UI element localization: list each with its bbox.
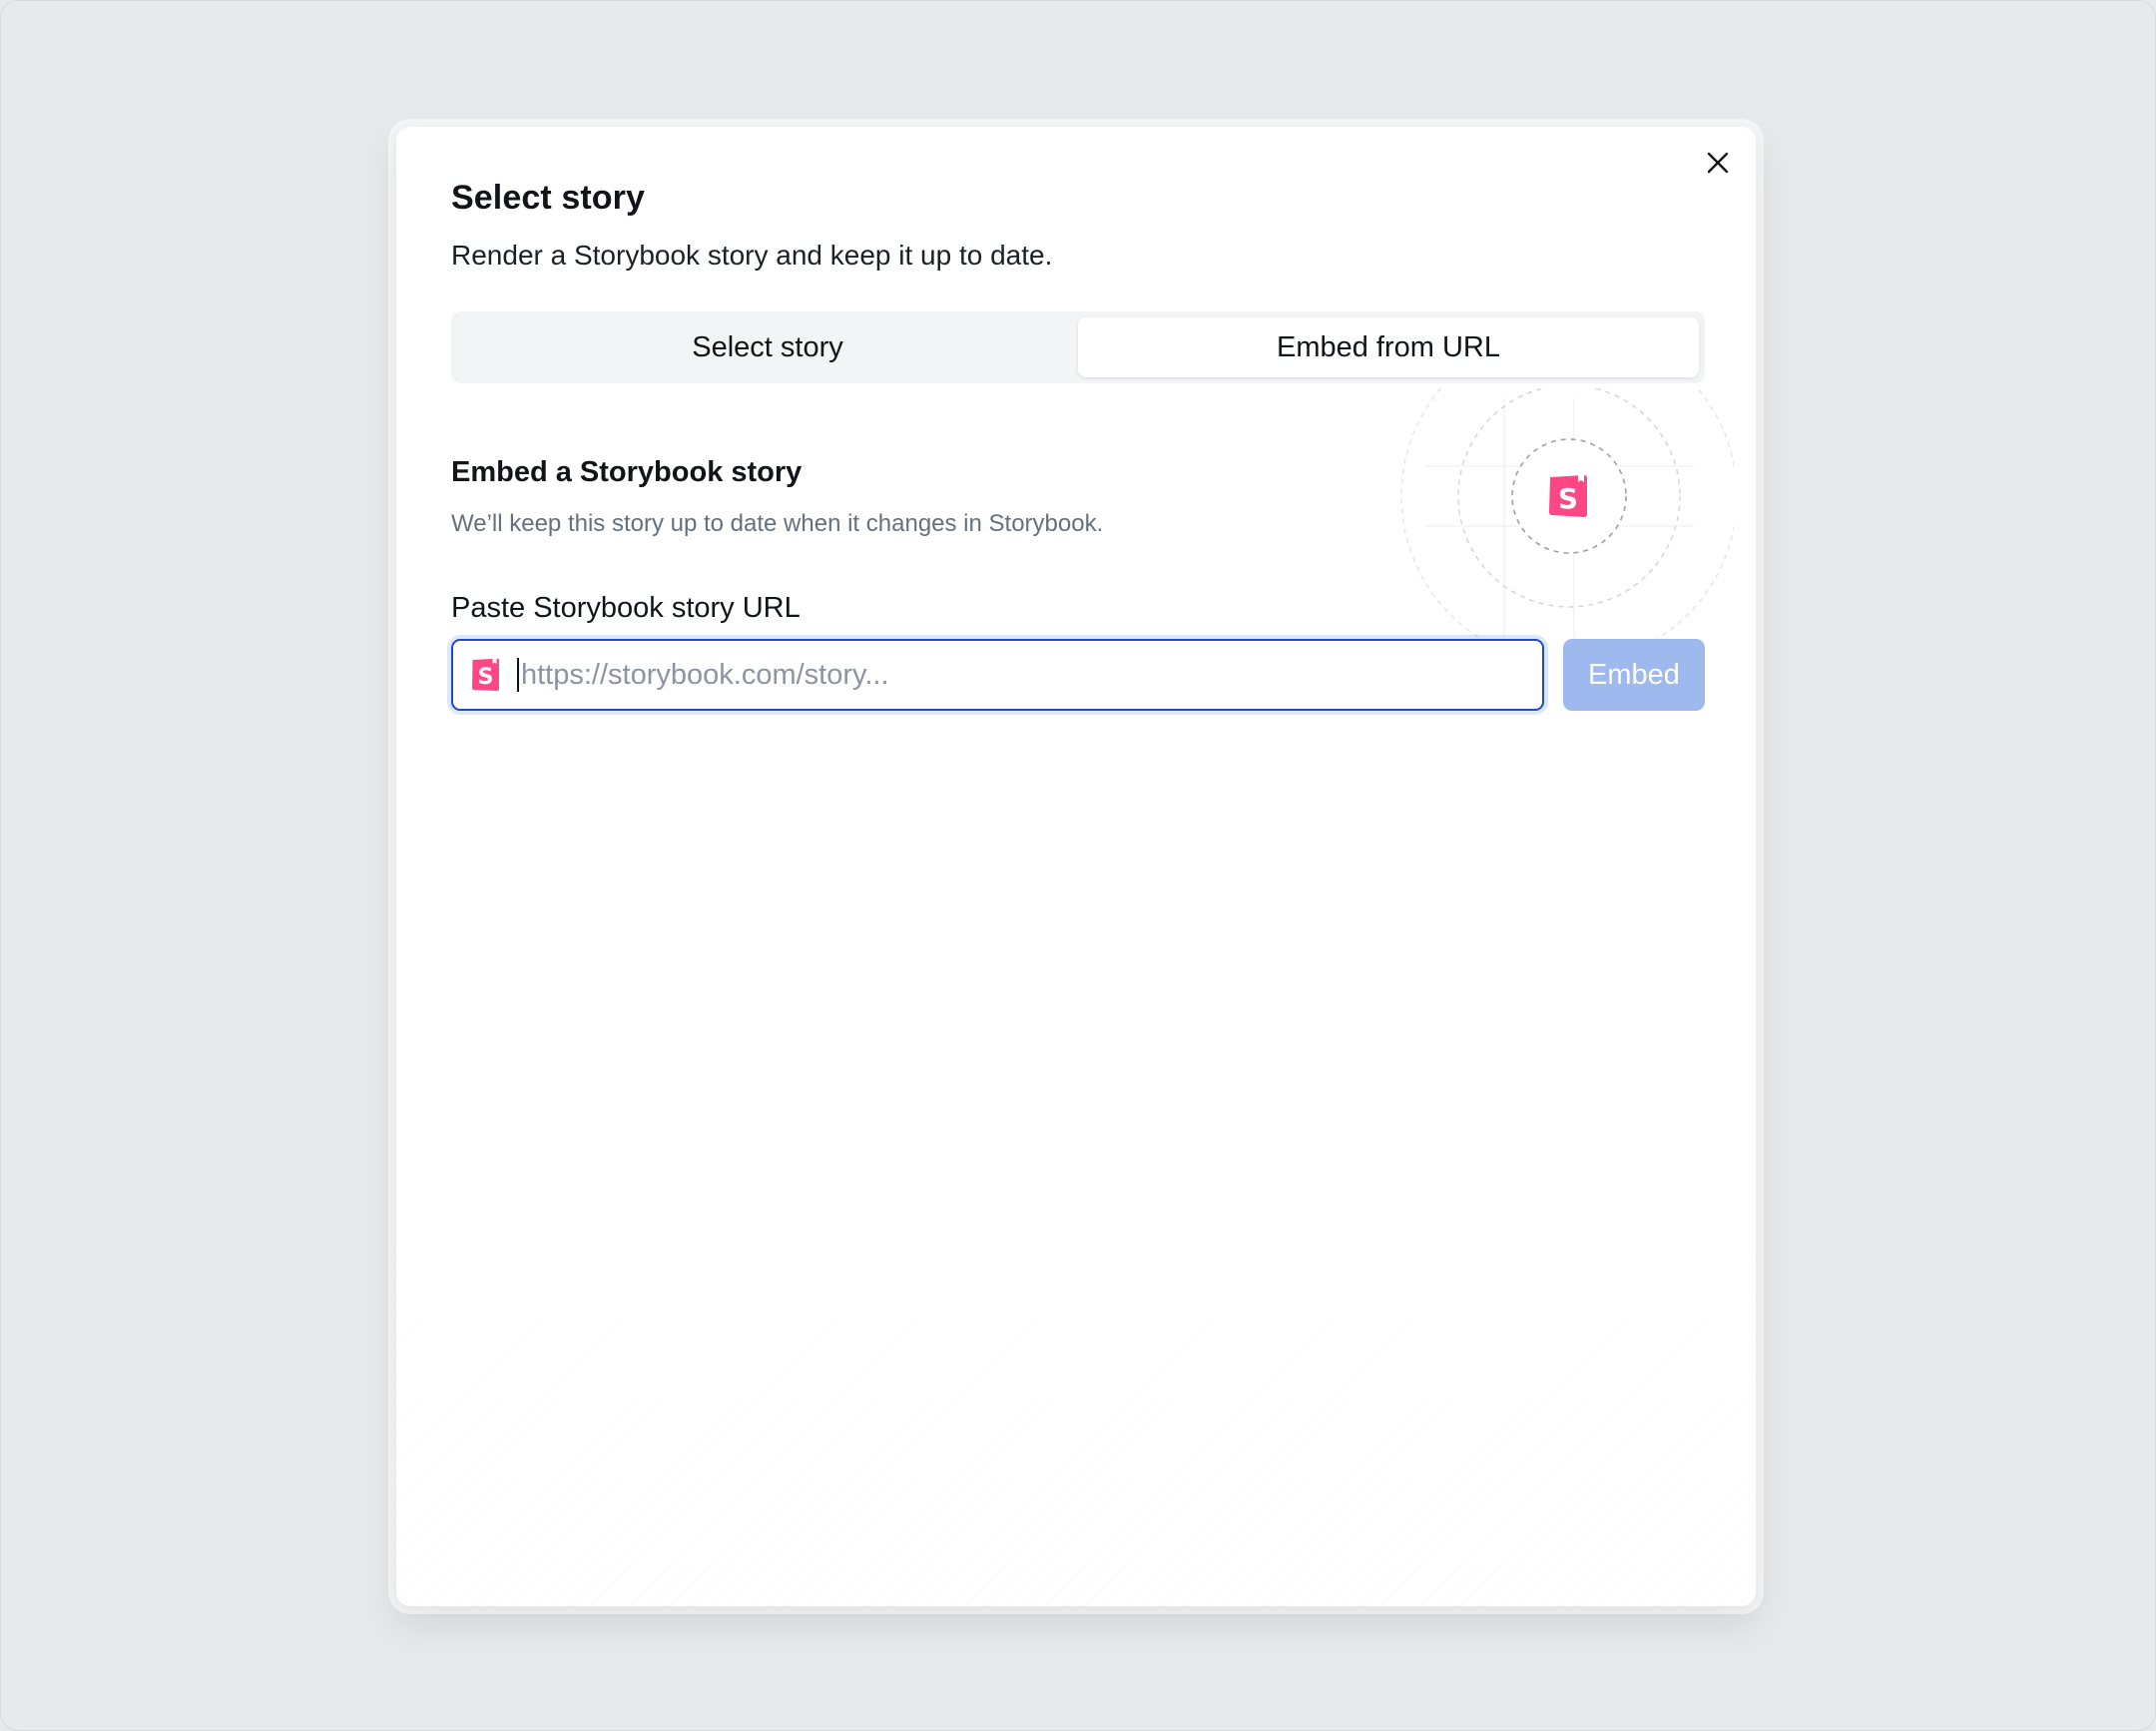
svg-text:S: S (478, 665, 494, 690)
embed-section-description: We’ll keep this story up to date when it… (451, 510, 1104, 537)
embed-section-title: Embed a Storybook story (451, 456, 803, 488)
story-url-input[interactable] (519, 645, 1542, 705)
storybook-hero-illustration: S (1384, 388, 1734, 658)
background-pattern (396, 1187, 1756, 1606)
close-button[interactable] (1698, 143, 1738, 183)
tab-select-story[interactable]: Select story (457, 317, 1078, 377)
modal-title: Select story (451, 179, 645, 217)
url-field: S (451, 639, 1544, 711)
tab-switcher: Select story Embed from URL (451, 311, 1705, 383)
select-story-modal: Select story Render a Storybook story an… (396, 127, 1756, 1606)
storybook-icon: S (472, 658, 499, 691)
close-icon (1707, 152, 1729, 174)
url-field-label: Paste Storybook story URL (451, 592, 801, 624)
embed-button[interactable]: Embed (1563, 639, 1705, 711)
svg-text:S: S (1558, 482, 1578, 515)
tab-embed-from-url[interactable]: Embed from URL (1078, 317, 1699, 377)
storybook-logo-icon: S (1549, 474, 1587, 517)
modal-subtitle: Render a Storybook story and keep it up … (451, 240, 1053, 271)
